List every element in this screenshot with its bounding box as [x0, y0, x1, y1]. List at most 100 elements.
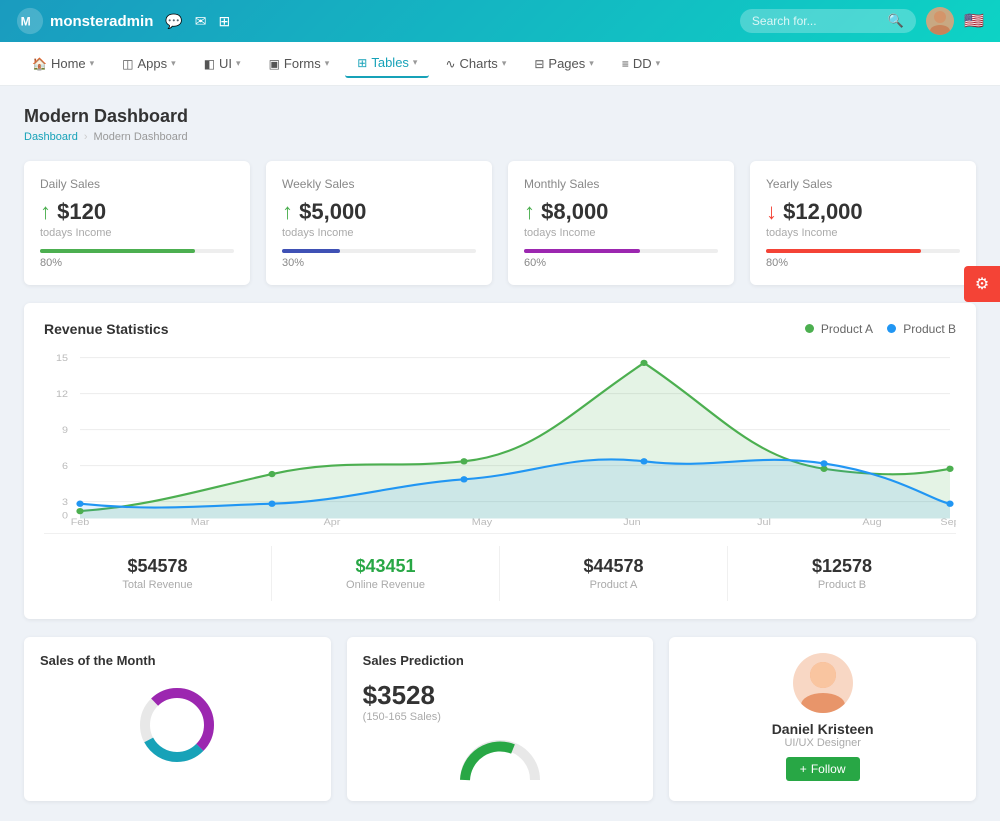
- online-revenue-label: Online Revenue: [282, 579, 489, 591]
- dd-icon: ≡: [622, 57, 629, 71]
- chart-legend: Product A Product B: [805, 322, 956, 336]
- daily-amount: ↑ $120: [40, 199, 234, 225]
- sales-pred-amount: $3528: [363, 680, 638, 711]
- svg-text:3: 3: [62, 497, 68, 507]
- dot-b-3: [460, 476, 467, 482]
- mail-icon[interactable]: ✉: [195, 13, 207, 30]
- sales-month-title: Sales of the Month: [40, 653, 315, 668]
- daily-label: Daily Sales: [40, 177, 234, 191]
- search-bar[interactable]: 🔍: [740, 9, 916, 33]
- svg-text:Jun: Jun: [623, 517, 640, 527]
- bottom-row: Sales of the Month Sales Prediction $352…: [24, 637, 976, 801]
- monthly-amount: ↑ $8,000: [524, 199, 718, 225]
- nav-tables-label: Tables: [371, 55, 409, 70]
- sales-month-card: Sales of the Month: [24, 637, 331, 801]
- nav-forms[interactable]: ▣ Forms ▾: [257, 50, 342, 77]
- nav-home-label: Home: [51, 56, 86, 71]
- nav-charts[interactable]: ∿ Charts ▾: [433, 50, 518, 77]
- yearly-label: Yearly Sales: [766, 177, 960, 191]
- dot-a-6: [946, 466, 953, 472]
- svg-text:Aug: Aug: [862, 517, 881, 527]
- legend-a-dot: [805, 324, 814, 333]
- product-a-label: Product A: [510, 579, 717, 591]
- chart-svg: 15 12 9 6 3 0: [44, 347, 956, 527]
- nav-forms-label: Forms: [284, 56, 321, 71]
- chart-area: 15 12 9 6 3 0: [44, 347, 956, 527]
- svg-text:9: 9: [62, 425, 68, 435]
- chart-title: Revenue Statistics: [44, 321, 169, 337]
- floating-gear-button[interactable]: ⚙: [964, 266, 1000, 302]
- dot-a-1: [76, 508, 83, 514]
- semi-donut-area: [363, 735, 638, 785]
- breadcrumb-sep: ›: [84, 131, 88, 143]
- weekly-fill: [282, 249, 340, 253]
- profile-role: UI/UX Designer: [784, 737, 860, 749]
- nav-ui[interactable]: ◧ UI ▾: [192, 50, 253, 77]
- monthly-sub: todays Income: [524, 227, 718, 239]
- topbar-icons: 💬 ✉ ⊞: [165, 13, 230, 30]
- yearly-progress: [766, 249, 960, 253]
- daily-progress: [40, 249, 234, 253]
- menu-nav: 🏠 Home ▾ ◫ Apps ▾ ◧ UI ▾ ▣ Forms ▾ ⊞ Tab…: [0, 42, 1000, 86]
- monthly-arrow: ↑: [524, 199, 535, 224]
- legend-b: Product B: [887, 322, 956, 336]
- stat-card-monthly: Monthly Sales ↑ $8,000 todays Income 60%: [508, 161, 734, 285]
- dot-b-5: [820, 460, 827, 466]
- tables-chevron: ▾: [413, 57, 418, 68]
- svg-text:M: M: [21, 15, 31, 29]
- stat-cards: Daily Sales ↑ $120 todays Income 80% Wee…: [24, 161, 976, 285]
- svg-text:15: 15: [56, 353, 68, 363]
- breadcrumb-home[interactable]: Dashboard: [24, 131, 78, 143]
- nav-charts-label: Charts: [460, 56, 498, 71]
- profile-avatar: [793, 653, 853, 713]
- weekly-sub: todays Income: [282, 227, 476, 239]
- dot-b-4: [640, 458, 647, 464]
- home-icon: 🏠: [32, 57, 47, 71]
- daily-sub: todays Income: [40, 227, 234, 239]
- daily-arrow: ↑: [40, 199, 51, 224]
- apps-icon: ◫: [122, 57, 133, 71]
- total-revenue-label: Total Revenue: [54, 579, 261, 591]
- page-title: Modern Dashboard: [24, 106, 976, 127]
- monthly-pct: 60%: [524, 257, 718, 269]
- tables-icon: ⊞: [357, 56, 367, 70]
- grid-icon[interactable]: ⊞: [219, 13, 231, 30]
- logo-text: monsteradmin: [50, 13, 153, 30]
- nav-ui-label: UI: [219, 56, 232, 71]
- profile-name: Daniel Kristeen: [772, 721, 874, 737]
- nav-tables[interactable]: ⊞ Tables ▾: [345, 49, 429, 78]
- dot-a-4: [640, 360, 647, 366]
- daily-fill: [40, 249, 195, 253]
- message-icon[interactable]: 💬: [165, 13, 182, 30]
- flag-icon[interactable]: 🇺🇸: [964, 11, 984, 31]
- search-input[interactable]: [752, 14, 882, 28]
- chart-header: Revenue Statistics Product A Product B: [44, 321, 956, 337]
- yearly-fill: [766, 249, 921, 253]
- stat-card-weekly: Weekly Sales ↑ $5,000 todays Income 30%: [266, 161, 492, 285]
- weekly-label: Weekly Sales: [282, 177, 476, 191]
- svg-text:Sep: Sep: [940, 517, 956, 527]
- sales-prediction-card: Sales Prediction $3528 (150-165 Sales): [347, 637, 654, 801]
- monthly-progress: [524, 249, 718, 253]
- topbar: M monsteradmin 💬 ✉ ⊞ 🔍 🇺🇸: [0, 0, 1000, 42]
- stat-card-daily: Daily Sales ↑ $120 todays Income 80%: [24, 161, 250, 285]
- donut-chart: [132, 680, 222, 770]
- sales-prediction-title: Sales Prediction: [363, 653, 638, 668]
- apps-chevron: ▾: [171, 58, 176, 69]
- nav-dd[interactable]: ≡ DD ▾: [610, 50, 672, 77]
- daily-pct: 80%: [40, 257, 234, 269]
- yearly-amount: ↓ $12,000: [766, 199, 960, 225]
- nav-home[interactable]: 🏠 Home ▾: [20, 50, 106, 77]
- nav-apps[interactable]: ◫ Apps ▾: [110, 50, 188, 77]
- monthly-fill: [524, 249, 640, 253]
- nav-pages-label: Pages: [548, 56, 585, 71]
- yearly-sub: todays Income: [766, 227, 960, 239]
- logo[interactable]: M monsteradmin: [16, 7, 153, 35]
- charts-chevron: ▾: [502, 58, 507, 69]
- nav-pages[interactable]: ⊟ Pages ▾: [522, 50, 605, 77]
- charts-icon: ∿: [445, 57, 455, 71]
- avatar[interactable]: [926, 7, 954, 35]
- legend-a-label: Product A: [821, 322, 873, 336]
- follow-button[interactable]: + Follow: [786, 757, 860, 781]
- svg-text:0: 0: [62, 511, 68, 521]
